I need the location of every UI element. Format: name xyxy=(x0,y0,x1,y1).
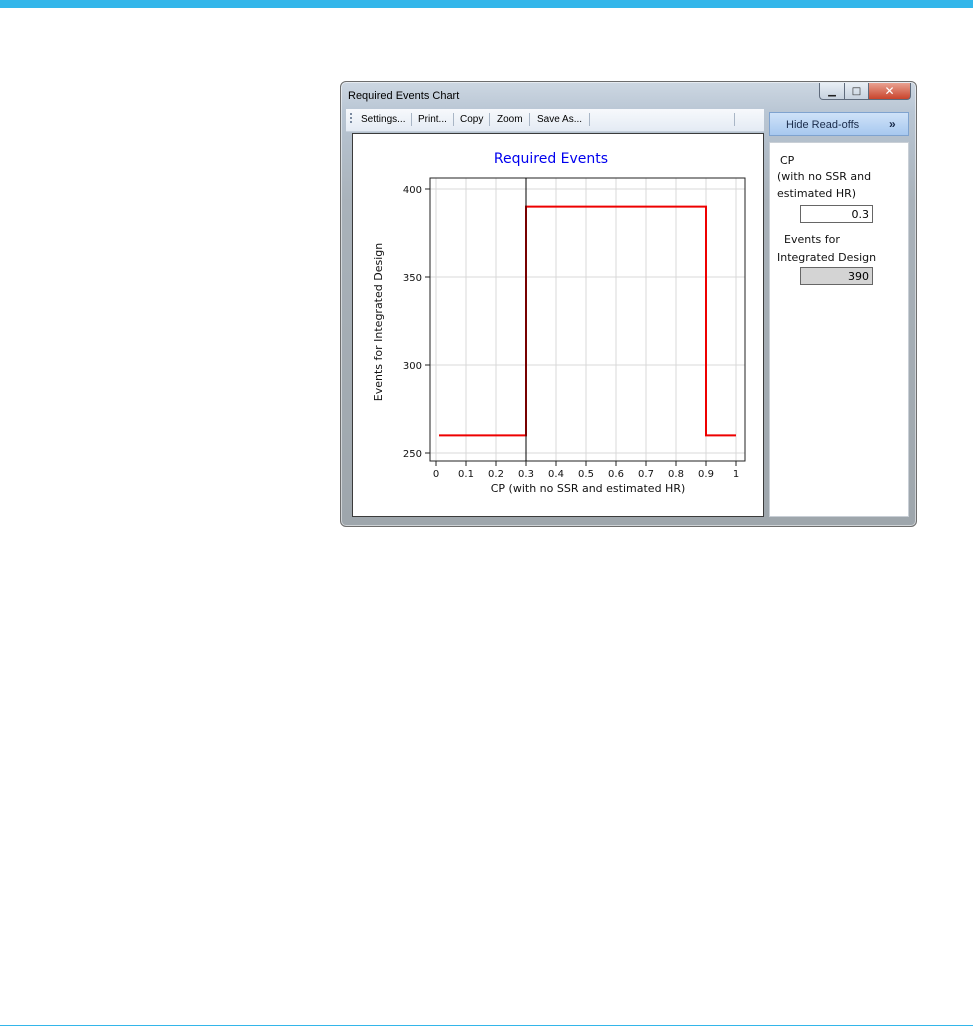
maximize-button[interactable]: □ xyxy=(844,83,869,100)
chart-series xyxy=(439,178,736,461)
events-value-field: 390 xyxy=(800,267,873,285)
hide-read-offs-button[interactable]: Hide Read-offs » xyxy=(769,112,909,136)
x-tick-label: 0.6 xyxy=(608,469,624,480)
chart-window: Required Events Chart ▁ □ ✕ Settings... … xyxy=(340,81,917,527)
chart-panel[interactable]: Required Events 0 0.1 0.2 0.3 0.4 0.5 0.6 0.7 0.… xyxy=(352,133,764,517)
copy-button[interactable]: Copy xyxy=(460,114,483,125)
plot-frame xyxy=(429,177,746,462)
save-as-button[interactable]: Save As... xyxy=(537,114,582,125)
x-tick-label: 0.2 xyxy=(488,469,504,480)
x-tick-label: 0.5 xyxy=(578,469,594,480)
chart-toolbar: Settings... Print... Copy Zoom Save As..… xyxy=(346,109,764,132)
print-button[interactable]: Print... xyxy=(418,114,447,125)
read-offs-panel: Hide Read-offs » CP (with no SSR and est… xyxy=(769,111,910,519)
cp-value-field[interactable]: 0.3 xyxy=(800,205,873,223)
toolbar-separator xyxy=(589,113,590,126)
x-tick-label: 0.1 xyxy=(458,469,474,480)
x-tick-label: 0.4 xyxy=(548,469,564,480)
toolbar-separator xyxy=(529,113,530,126)
toolbar-grip-icon[interactable] xyxy=(350,113,352,125)
cp-label: CP xyxy=(780,154,795,167)
x-tick-label: 0.7 xyxy=(638,469,654,480)
toolbar-separator xyxy=(734,113,735,126)
x-axis-label: CP (with no SSR and estimated HR) xyxy=(491,482,686,495)
window-title: Required Events Chart xyxy=(348,90,460,102)
cp-label-line3: estimated HR) xyxy=(777,187,857,200)
read-offs-box: CP (with no SSR and estimated HR) 0.3 Ev… xyxy=(769,142,909,517)
series-line xyxy=(439,205,736,437)
hide-read-offs-label: Hide Read-offs xyxy=(786,119,860,131)
settings-button[interactable]: Settings... xyxy=(361,114,405,125)
minimize-icon: ▁ xyxy=(828,85,836,97)
minimize-button[interactable]: ▁ xyxy=(819,83,845,100)
bottom-accent-line xyxy=(0,1025,973,1026)
toolbar-separator xyxy=(489,113,490,126)
chart-grid xyxy=(430,178,745,461)
chart-title: Required Events xyxy=(494,151,608,167)
maximize-icon: □ xyxy=(851,85,862,97)
y-axis-label: Events for Integrated Design xyxy=(372,243,385,401)
events-label-line2: Integrated Design xyxy=(777,251,877,264)
double-chevron-right-icon: » xyxy=(889,117,896,131)
top-accent-bar xyxy=(0,0,973,8)
x-tick-label: 0.9 xyxy=(698,469,714,480)
required-events-chart: Required Events 0 0.1 0.2 0.3 0.4 0.5 0.6 0.7 0.… xyxy=(372,151,746,495)
events-label: Events for xyxy=(784,233,840,246)
toolbar-separator xyxy=(411,113,412,126)
toolbar-separator xyxy=(453,113,454,126)
zoom-button[interactable]: Zoom xyxy=(497,114,523,125)
x-tick-label: 0 xyxy=(433,469,439,480)
window-titlebar[interactable]: Required Events Chart ▁ □ ✕ xyxy=(341,82,916,108)
x-tick-label: 0.8 xyxy=(668,469,684,480)
cp-label-line2: (with no SSR and xyxy=(777,170,872,183)
close-button[interactable]: ✕ xyxy=(868,83,911,100)
x-tick-label: 0.3 xyxy=(518,469,534,480)
y-tick-label: 350 xyxy=(403,273,422,284)
y-tick-label: 250 xyxy=(403,449,422,460)
y-tick-label: 400 xyxy=(403,185,422,196)
x-tick-label: 1 xyxy=(733,469,739,480)
close-icon: ✕ xyxy=(884,84,895,98)
y-tick-label: 300 xyxy=(403,361,422,372)
